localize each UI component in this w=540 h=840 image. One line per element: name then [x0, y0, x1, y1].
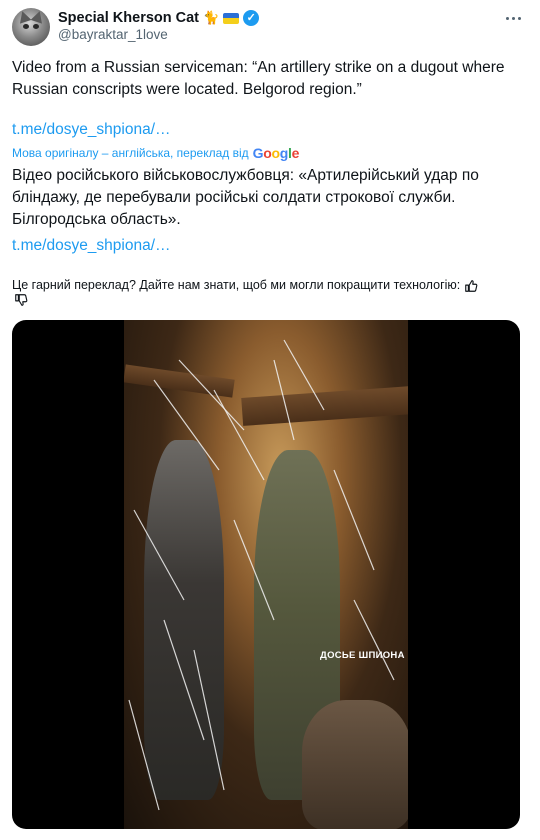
- tweet-text: Video from a Russian serviceman: “An art…: [12, 59, 505, 98]
- avatar-ear: [16, 9, 32, 24]
- video-frame: ДОСЬЕ ШПИОНА: [124, 320, 408, 829]
- thumbs-down-icon[interactable]: [14, 293, 28, 307]
- translation-feedback: Це гарний переклад? Дайте нам знати, щоб…: [12, 277, 526, 293]
- google-logo: Google: [252, 145, 300, 161]
- verified-badge-icon[interactable]: ✓: [243, 10, 260, 26]
- translated-text: Відео російського військовослужбовця: «А…: [12, 167, 479, 228]
- tweet-link[interactable]: t.me/dosye_shpiona/…: [12, 121, 171, 139]
- translated-link[interactable]: t.me/dosye_shpiona/…: [12, 237, 171, 255]
- thumbs-up-icon[interactable]: [464, 279, 478, 293]
- tweet-header: Special Kherson Cat 🐈 ✓ @bayraktar_1love: [12, 6, 528, 46]
- avatar-eye: [23, 24, 29, 29]
- avatar-ear: [30, 9, 46, 24]
- author-display-name[interactable]: Special Kherson Cat: [58, 10, 199, 26]
- ukraine-flag-icon: [223, 12, 240, 24]
- more-icon[interactable]: [502, 8, 524, 28]
- avatar-eye: [33, 24, 39, 29]
- author-name-row[interactable]: Special Kherson Cat 🐈 ✓: [58, 9, 260, 27]
- avatar[interactable]: [12, 8, 50, 46]
- translation-note-text: Мова оригіналу – англійська, переклад ві…: [12, 146, 249, 160]
- translation-note[interactable]: Мова оригіналу – англійська, переклад ві…: [12, 145, 299, 161]
- video-player[interactable]: ДОСЬЕ ШПИОНА: [12, 320, 520, 829]
- feedback-question: Це гарний переклад? Дайте нам знати, щоб…: [12, 278, 461, 292]
- cat-emoji: 🐈: [203, 10, 220, 25]
- spark-streaks: [128, 339, 395, 811]
- video-watermark: ДОСЬЕ ШПИОНА: [320, 650, 405, 661]
- author-handle[interactable]: @bayraktar_1love: [58, 27, 168, 42]
